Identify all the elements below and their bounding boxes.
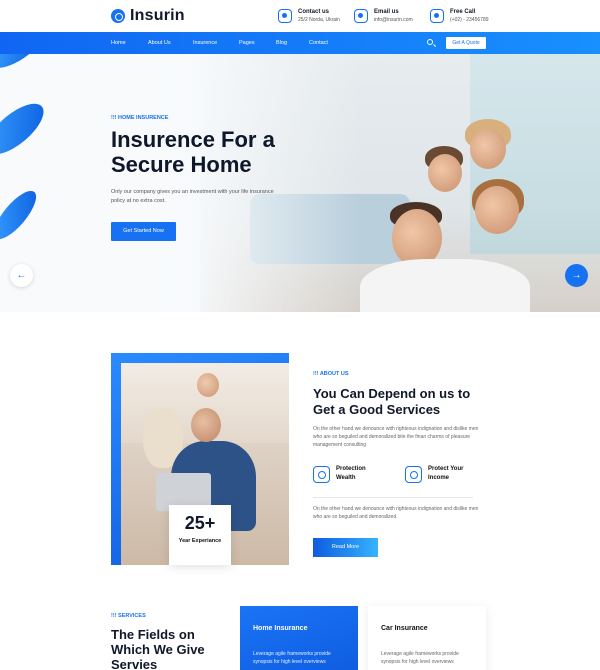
contact-label: Free Call xyxy=(450,9,476,15)
contact-address: Contact us 25/2 Norda, Ukrain xyxy=(278,8,340,24)
money-icon xyxy=(405,465,422,483)
nav-blog[interactable]: Blog xyxy=(276,40,287,46)
experience-number: 25+ xyxy=(184,513,216,533)
hero-overlay xyxy=(0,54,360,312)
hero-title: Insurence For a Secure Home xyxy=(111,127,275,177)
nav-pages[interactable]: Pages xyxy=(239,40,255,46)
phone-icon xyxy=(430,9,444,23)
about-title: You Can Depend on us to Get a Good Servi… xyxy=(313,386,471,417)
next-slide-button[interactable]: → xyxy=(565,264,588,287)
boy-face xyxy=(428,154,462,192)
divider xyxy=(313,497,473,498)
read-more-button[interactable]: Read More xyxy=(313,538,378,557)
hero-tag: !!! HOME INSURENCE xyxy=(111,115,169,121)
get-quote-button[interactable]: Get A Quote xyxy=(446,37,486,49)
girl-face xyxy=(197,373,219,397)
card-description: Leverage agile frameworks provide synops… xyxy=(253,651,331,665)
about-paragraph: On the other hand we denounce with right… xyxy=(313,426,479,448)
contact-phone: Free Call (+02) - 23456789 xyxy=(430,8,489,24)
contact-value: 25/2 Norda, Ukrain xyxy=(298,17,340,23)
contact-label: Email us xyxy=(374,9,399,15)
service-card-home[interactable]: Home Insurance Leverage agile frameworks… xyxy=(240,606,358,670)
hero-section: !!! HOME INSURENCE Insurence For a Secur… xyxy=(0,54,600,312)
logo-icon xyxy=(111,9,125,23)
hero-family-image xyxy=(360,119,550,312)
nav-about[interactable]: About Us xyxy=(148,40,171,46)
email-icon xyxy=(354,9,368,23)
man-face xyxy=(191,408,221,442)
contact-email: Email us info@insurin.com xyxy=(354,8,413,24)
logo[interactable]: Insurin xyxy=(111,7,185,25)
feature-label: Protection Wealth xyxy=(336,466,366,481)
woman-face xyxy=(475,186,519,234)
card-title: Car Insurance xyxy=(381,625,428,632)
experience-label: Year Experiance xyxy=(178,538,222,544)
search-icon[interactable] xyxy=(427,39,433,45)
nav-home[interactable]: Home xyxy=(111,40,126,46)
contact-value[interactable]: info@insurin.com xyxy=(374,16,413,24)
man-shirt xyxy=(360,259,530,312)
about-paragraph: On the other hand we denounce with right… xyxy=(313,506,479,520)
nav-insurence[interactable]: Insurence xyxy=(193,40,217,46)
location-icon xyxy=(278,9,292,23)
about-tag: !!! ABOUT US xyxy=(313,371,349,377)
nav-contact[interactable]: Contact xyxy=(309,40,328,46)
experience-badge: 25+ Year Experiance xyxy=(169,505,231,565)
feature-protection-wealth: Protection Wealth xyxy=(313,465,381,483)
get-started-button[interactable]: Get Started Now xyxy=(111,222,176,241)
prev-slide-button[interactable]: ← xyxy=(10,264,33,287)
main-nav: Home About Us Insurence Pages Blog Conta… xyxy=(0,32,600,54)
brand-name: Insurin xyxy=(130,7,185,24)
contact-value[interactable]: (+02) - 23456789 xyxy=(450,16,489,24)
card-title: Home Insurance xyxy=(253,625,308,632)
shield-icon xyxy=(313,465,330,483)
top-bar: Insurin Contact us 25/2 Norda, Ukrain Em… xyxy=(0,0,600,32)
services-title: The Fields on Which We Give Servies xyxy=(111,627,205,670)
service-card-car[interactable]: Car Insurance Leverage agile frameworks … xyxy=(368,606,486,670)
girl-face xyxy=(470,129,506,169)
services-tag: !!! SERVICES xyxy=(111,613,146,619)
feature-label: Protect Your Income xyxy=(428,466,464,481)
hero-description: Only our company gives you an investment… xyxy=(111,189,274,204)
contact-label: Contact us xyxy=(298,9,330,15)
card-description: Leverage agile frameworks provide synops… xyxy=(381,651,459,665)
feature-protect-income: Protect Your Income xyxy=(405,465,473,483)
